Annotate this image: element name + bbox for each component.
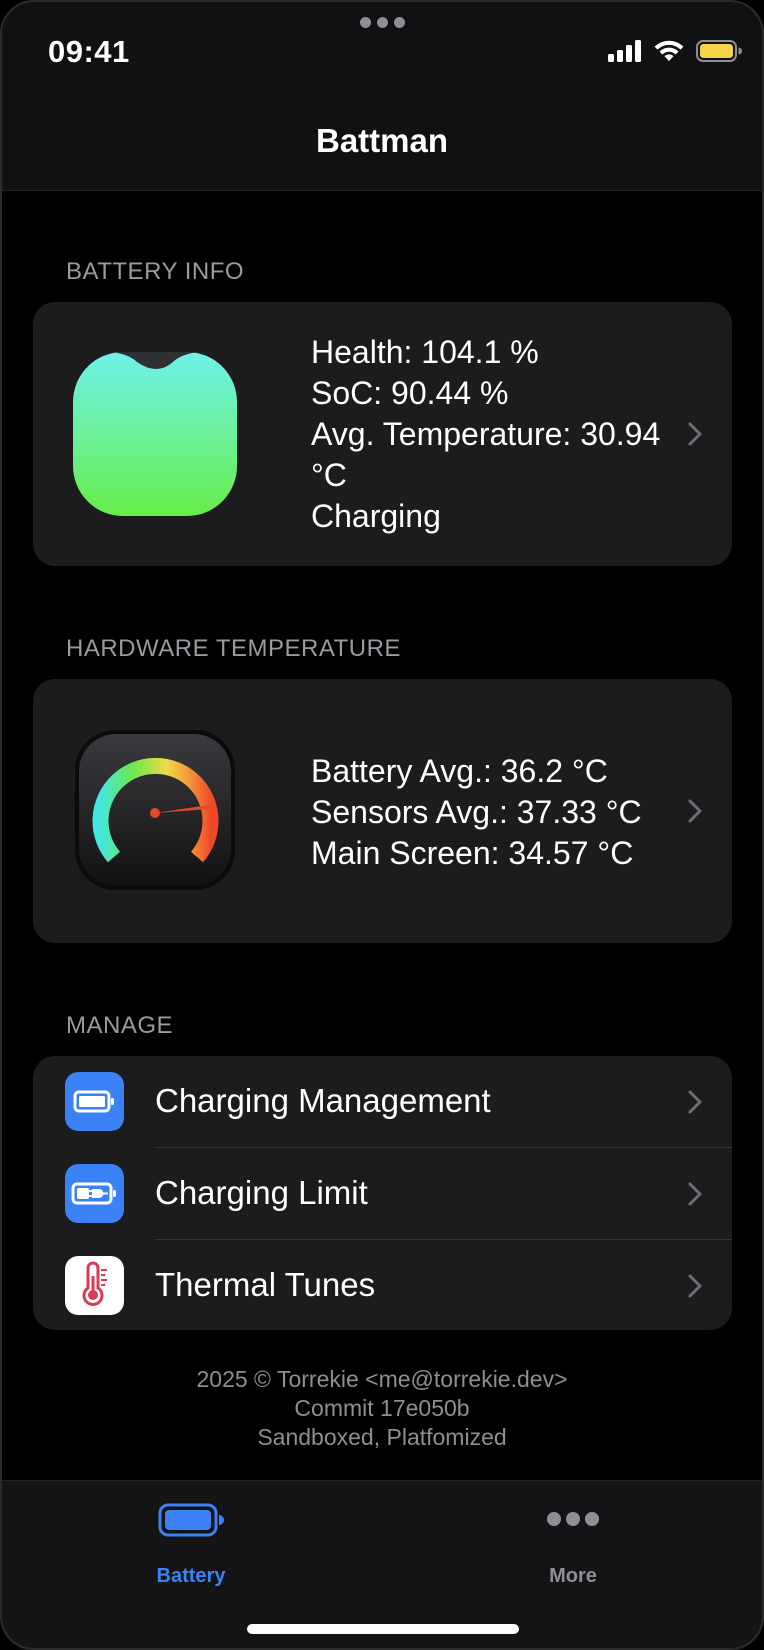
wifi-icon <box>654 40 684 61</box>
nav-title: Battman <box>315 122 449 159</box>
chevron-right-icon <box>688 422 702 446</box>
battery-info-text: Health: 104.1 % SoC: 90.44 % Avg. Temper… <box>311 332 660 537</box>
top-bar: 09:41 Battman <box>0 0 764 191</box>
menu-item-label: Thermal Tunes <box>155 1266 376 1303</box>
chevron-right-icon <box>688 799 702 823</box>
section-label-manage: MANAGE <box>66 1012 174 1039</box>
battery-icon <box>65 1072 124 1131</box>
section-label-battery-info: BATTERY INFO <box>66 258 245 285</box>
menu-item-thermal-tunes[interactable]: Thermal Tunes <box>33 1240 732 1331</box>
battery-health: Health: 104.1 % <box>311 334 539 370</box>
status-icons <box>608 40 742 62</box>
battery-avg-temp: Battery Avg.: 36.2 °C <box>311 753 608 789</box>
footer-commit: Commit 17e050b <box>294 1395 470 1421</box>
battery-charging-state: Charging <box>311 498 441 534</box>
chevron-right-icon <box>688 1090 702 1114</box>
more-icon <box>547 1512 599 1526</box>
app-footer: 2025 © Torrekie <me@torrekie.dev> Commit… <box>0 1365 764 1452</box>
footer-build-mode: Sandboxed, Platfomized <box>257 1424 507 1450</box>
battery-avg-temperature-unit: °C <box>311 457 347 493</box>
menu-item-label: Charging Limit <box>155 1174 368 1211</box>
sensors-avg-temp: Sensors Avg.: 37.33 °C <box>311 794 642 830</box>
tab-label: Battery <box>156 1565 226 1587</box>
gauge-icon <box>75 730 235 890</box>
window-grabber[interactable] <box>360 17 405 28</box>
footer-copyright: 2025 © Torrekie <me@torrekie.dev> <box>196 1366 568 1392</box>
home-indicator[interactable] <box>247 1624 519 1634</box>
battery-avg-temperature: Avg. Temperature: 30.94 <box>311 416 661 452</box>
chevron-right-icon <box>688 1182 702 1206</box>
chevron-right-icon <box>688 1274 702 1298</box>
menu-item-charging-management[interactable]: Charging Management <box>33 1056 732 1147</box>
tab-label: More <box>549 1565 597 1587</box>
cellular-signal-icon <box>608 40 641 62</box>
thermometer-icon <box>65 1256 124 1315</box>
status-time: 09:41 <box>48 34 130 69</box>
battery-icon <box>158 1503 224 1537</box>
menu-item-charging-limit[interactable]: Charging Limit <box>33 1148 732 1239</box>
hardware-temperature-text: Battery Avg.: 36.2 °C Sensors Avg.: 37.3… <box>311 751 642 874</box>
battery-level-icon <box>73 352 237 516</box>
app-screen: 09:41 Battman BATTERY INFO Health: 104.1… <box>0 0 764 1650</box>
status-battery-icon <box>696 40 742 62</box>
section-label-hardware-temperature: HARDWARE TEMPERATURE <box>66 635 401 662</box>
battery-plug-icon <box>65 1164 124 1223</box>
main-screen-temp: Main Screen: 34.57 °C <box>311 835 634 871</box>
menu-item-label: Charging Management <box>155 1082 491 1119</box>
battery-soc: SoC: 90.44 % <box>311 375 509 411</box>
